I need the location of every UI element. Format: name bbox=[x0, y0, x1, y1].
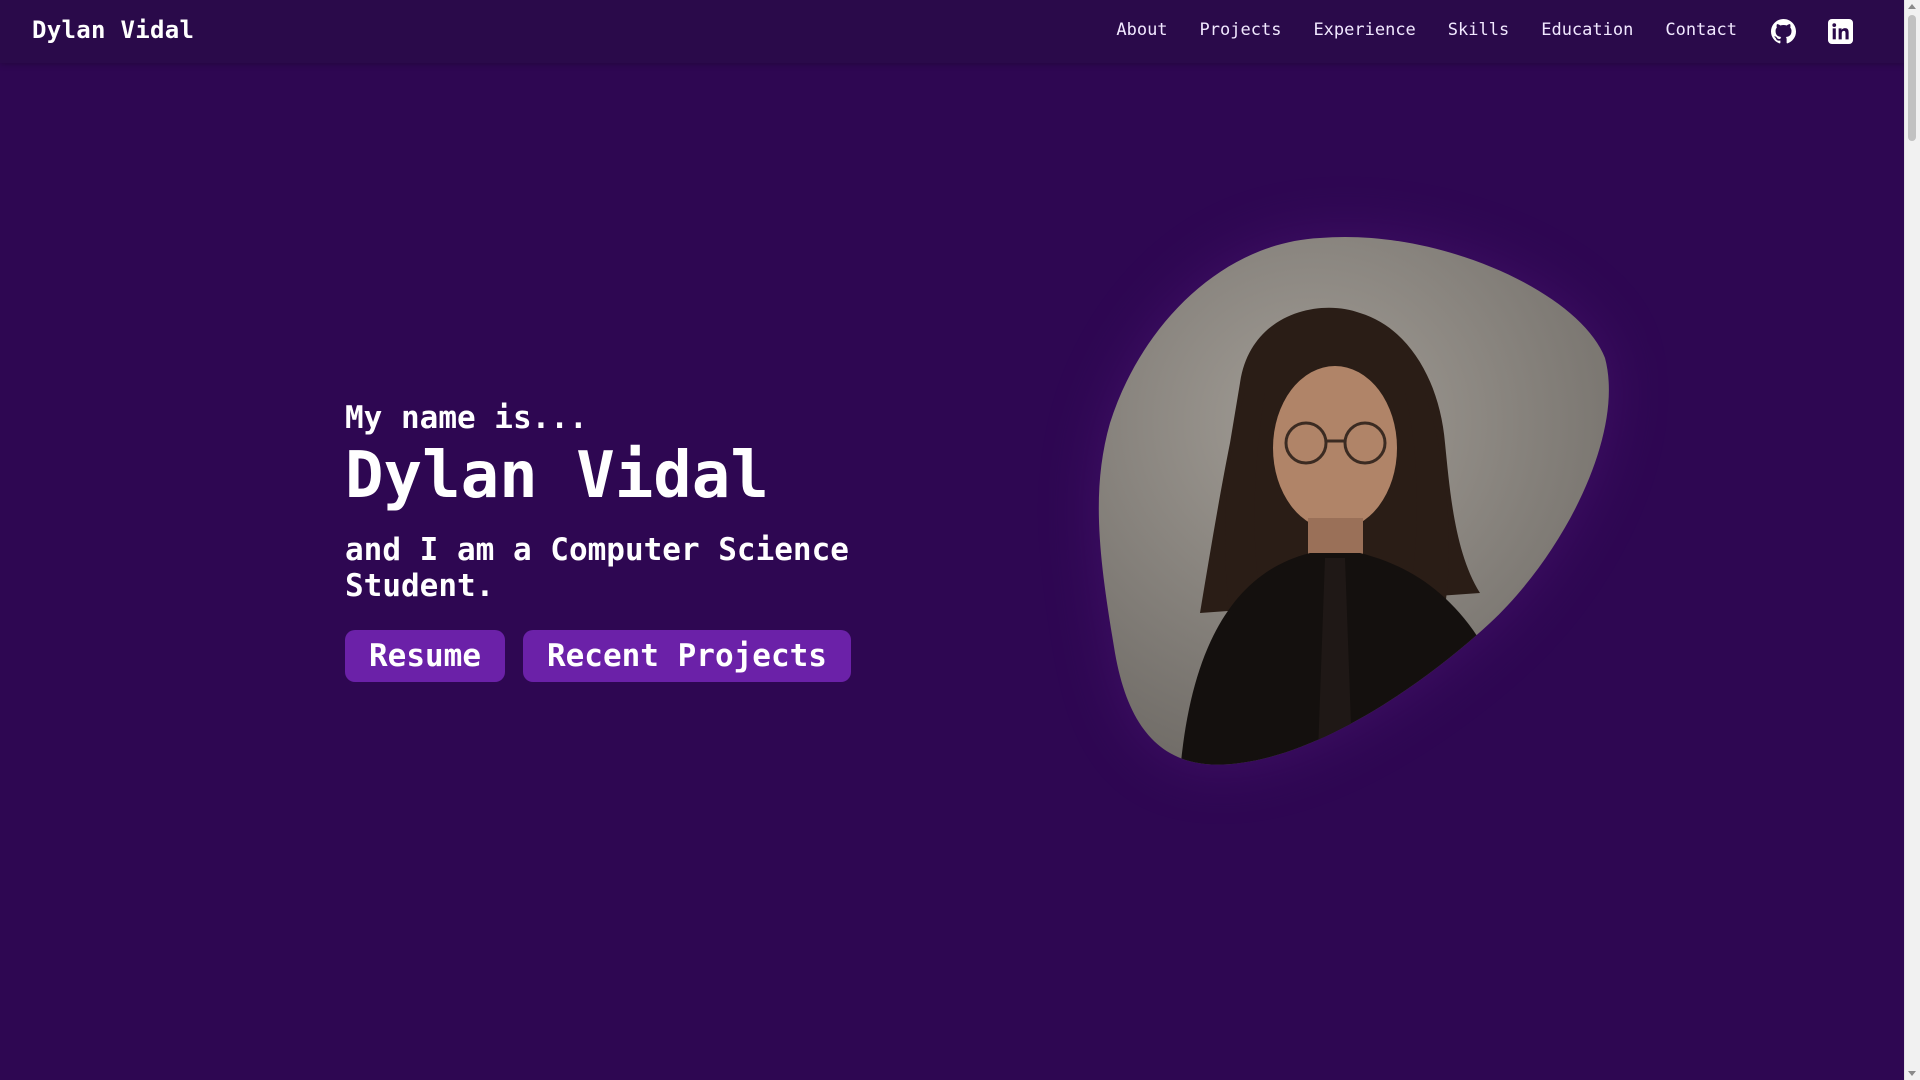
hero-role: and I am a Computer Science Student. bbox=[345, 532, 849, 604]
hero-intro: My name is... bbox=[345, 400, 588, 436]
hero-name: Dylan Vidal bbox=[345, 439, 769, 513]
profile-photo bbox=[1098, 236, 1609, 765]
page-scrollbar[interactable] bbox=[1904, 0, 1920, 1080]
nav-link-experience[interactable]: Experience bbox=[1313, 20, 1415, 40]
nav-link-education[interactable]: Education bbox=[1541, 20, 1633, 40]
page: Dylan Vidal About Projects Experience Sk… bbox=[0, 0, 1920, 1080]
nav-link-skills[interactable]: Skills bbox=[1448, 20, 1509, 40]
nav-link-projects[interactable]: Projects bbox=[1200, 20, 1282, 40]
hero-section: My name is... Dylan Vidal and I am a Com… bbox=[345, 398, 905, 682]
nav-link-contact[interactable]: Contact bbox=[1665, 20, 1737, 40]
navbar: Dylan Vidal About Projects Experience Sk… bbox=[0, 0, 1905, 63]
resume-button[interactable]: Resume bbox=[345, 630, 505, 682]
hero-buttons: Resume Recent Projects bbox=[345, 630, 905, 682]
linkedin-icon[interactable] bbox=[1828, 19, 1853, 44]
portrait-container bbox=[1060, 233, 1620, 773]
github-icon[interactable] bbox=[1771, 19, 1796, 44]
site-brand[interactable]: Dylan Vidal bbox=[32, 16, 194, 44]
recent-projects-button[interactable]: Recent Projects bbox=[522, 630, 851, 682]
scroll-down-arrow-icon[interactable] bbox=[1908, 1071, 1916, 1076]
nav-link-about[interactable]: About bbox=[1116, 20, 1167, 40]
social-icons bbox=[1771, 19, 1853, 44]
nav-links: About Projects Experience Skills Educati… bbox=[1116, 20, 1737, 40]
scroll-thumb[interactable] bbox=[1908, 15, 1916, 141]
scroll-up-arrow-icon[interactable] bbox=[1908, 4, 1916, 9]
